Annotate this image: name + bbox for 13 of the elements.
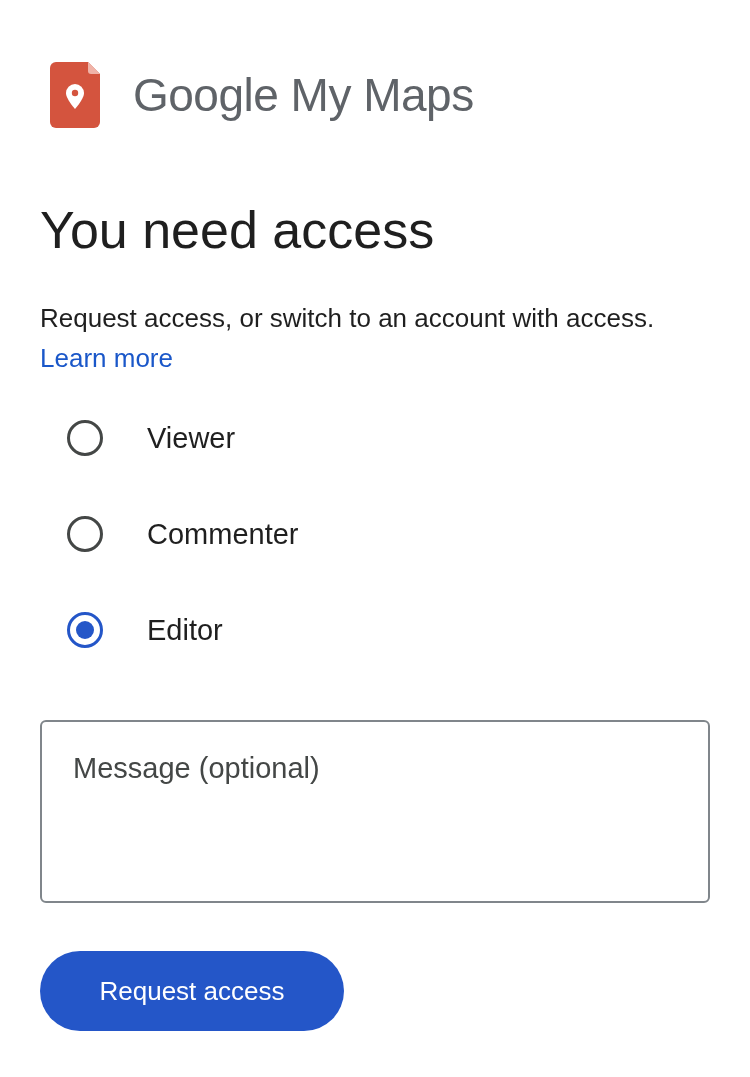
role-label: Commenter (147, 517, 299, 551)
description-text: Request access, or switch to an account with access. Learn more (40, 302, 656, 375)
radio-button[interactable] (67, 612, 103, 648)
radio-button[interactable] (67, 516, 103, 552)
role-label: Editor (147, 613, 223, 647)
app-logo-text: Google My Maps (133, 68, 474, 122)
role-label: Viewer (147, 421, 236, 455)
radio-button[interactable] (67, 420, 103, 456)
learn-more-link[interactable]: Learn more (40, 343, 173, 373)
map-pin-logo-icon (50, 62, 100, 128)
request-access-button[interactable]: Request access (40, 951, 344, 1031)
message-field[interactable]: Message (optional) (40, 720, 710, 903)
page-heading: You need access (40, 200, 436, 260)
